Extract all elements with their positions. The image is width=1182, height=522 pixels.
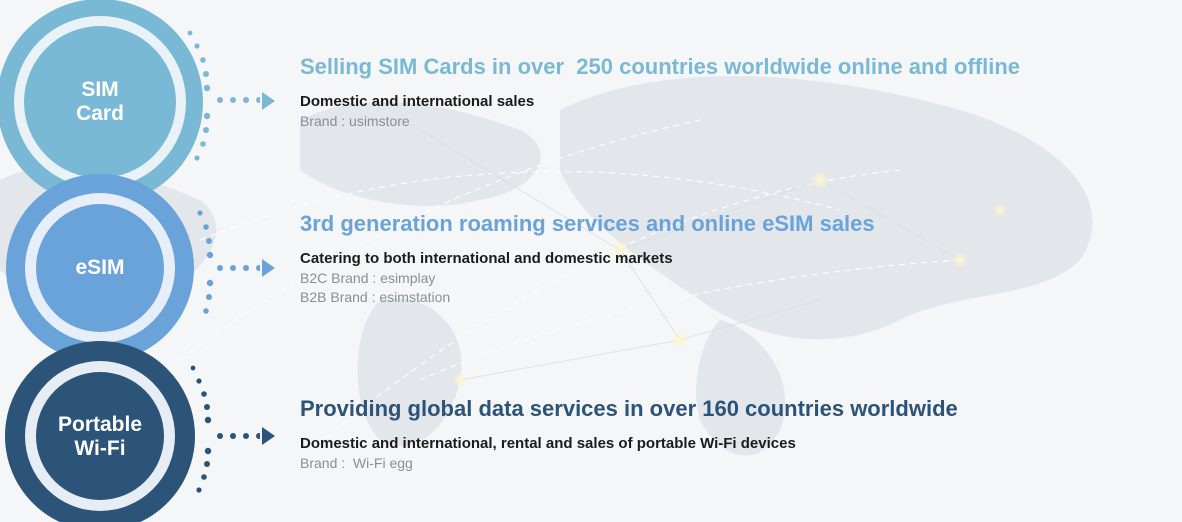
- service-overview: SIM Card eSIM Portable Wi-Fi Selling SIM…: [0, 0, 1182, 522]
- esim-arrow-icon: [262, 259, 275, 277]
- esim-brand-b2c: B2C Brand : esimplay: [300, 270, 436, 286]
- esim-circle-label: eSIM: [75, 256, 125, 279]
- portable-wifi-brand: Brand : Wi-Fi egg: [300, 455, 413, 471]
- sim-card-info: Selling SIM Cards in over 250 countries …: [300, 54, 1020, 131]
- sim-arrow-icon: [262, 92, 275, 110]
- portable-wifi-subtitle: Domestic and international, rental and s…: [300, 435, 796, 452]
- portable-wifi-title: Providing global data services in over 1…: [300, 396, 958, 421]
- sim-card-subtitle: Domestic and international sales: [300, 93, 535, 110]
- wifi-arrow-icon: [262, 427, 275, 445]
- wifi-connector-dots: [190, 365, 260, 493]
- esim-title: 3rd generation roaming services and onli…: [300, 211, 875, 236]
- portable-wifi-circle-label: Portable Wi-Fi: [57, 413, 143, 460]
- esim-subtitle: Catering to both international and domes…: [300, 250, 673, 267]
- esim-brand-b2b: B2B Brand : esimstation: [300, 289, 451, 305]
- sim-card-title: Selling SIM Cards in over 250 countries …: [300, 54, 1021, 79]
- portable-wifi-info: Providing global data services in over 1…: [300, 396, 958, 473]
- sim-card-circle-label: SIM Card: [76, 78, 124, 125]
- esim-connector-dots: [197, 210, 260, 314]
- sim-card-brand: Brand : usimstore: [300, 113, 410, 129]
- esim-info: 3rd generation roaming services and onli…: [300, 211, 875, 307]
